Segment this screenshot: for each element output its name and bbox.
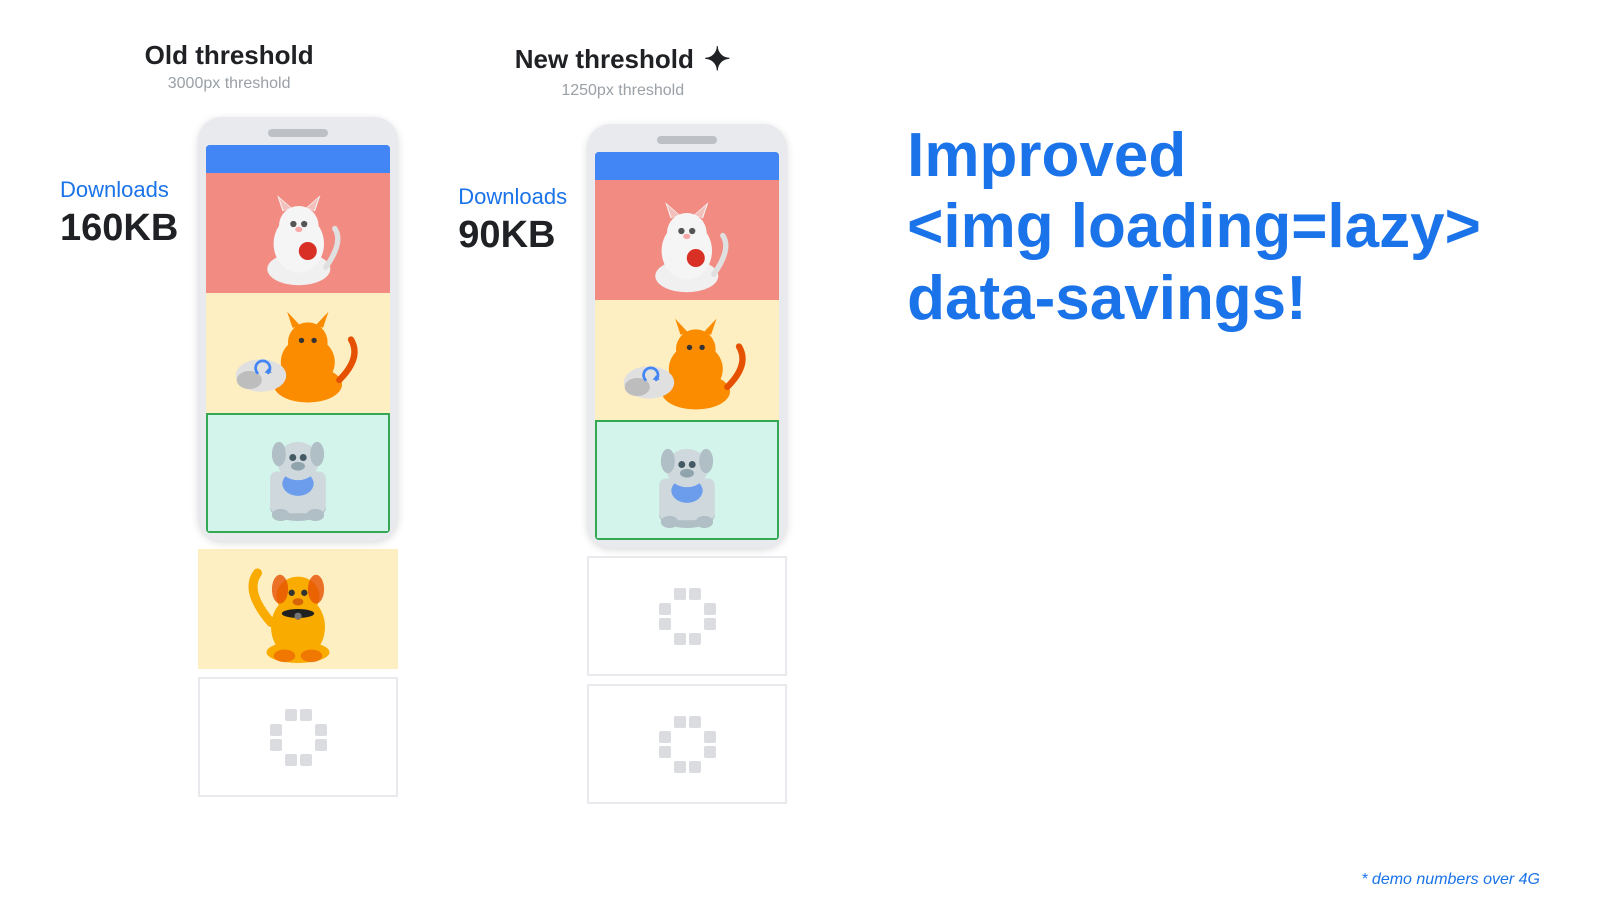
old-phone-notch [268,129,328,137]
old-phone [198,117,398,541]
old-phone-column [198,117,398,797]
new-downloads-text: Downloads [458,184,567,210]
new-downloads-size: 90KB [458,214,555,257]
old-downloads-size: 160KB [60,207,178,250]
new-phone-container: Downloads 90KB [458,124,787,804]
new-phone-screen [595,152,779,540]
old-threshold-section: Old threshold 3000px threshold Downloads… [60,40,398,797]
new-cat-yellow-svg [604,306,770,414]
old-cat-yellow-svg [216,299,382,407]
demo-note: * demo numbers over 4G [1361,871,1540,889]
old-cat-red-slot [206,173,390,293]
new-phone-top-bar [595,152,779,180]
hero-line2: <img loading=lazy> [907,192,1481,261]
old-dog-yellow-slot [198,549,398,669]
old-downloads-label: Downloads 160KB [60,117,178,250]
old-dog-teal-svg [217,421,379,525]
old-threshold-title: Old threshold [145,40,314,71]
new-loading-slot-2 [587,684,787,804]
new-phone-notch [657,136,717,144]
hero-text: Improved <img loading=lazy> data-savings… [907,120,1540,334]
page: Old threshold 3000px threshold Downloads… [0,0,1600,919]
old-threshold-label: Old threshold [145,40,314,71]
new-cat-yellow-slot [595,300,779,420]
new-threshold-title: New threshold ✦ [515,40,731,78]
old-cat-red-svg [216,179,382,287]
old-cat-yellow-slot [206,293,390,413]
old-phone-container: Downloads 160KB [60,117,398,797]
new-cat-red-slot [595,180,779,300]
old-phone-screen [206,145,390,533]
old-loading-slot [198,677,398,797]
old-threshold-subtitle: 3000px threshold [145,75,314,93]
sparkle-icon: ✦ [704,40,731,78]
old-dog-teal-slot [206,413,390,533]
old-dog-yellow-svg [208,555,388,663]
new-phone-column [587,124,787,804]
new-threshold-header: New threshold ✦ 1250px threshold [515,40,731,100]
old-downloads-text: Downloads [60,177,169,203]
new-threshold-label: New threshold [515,44,694,75]
new-threshold-subtitle: 1250px threshold [515,82,731,100]
old-phone-top-bar [206,145,390,173]
new-cat-red-svg [604,186,770,294]
new-downloads-label: Downloads 90KB [458,124,567,257]
new-threshold-section: New threshold ✦ 1250px threshold Downloa… [458,40,787,804]
new-dog-teal-svg [606,428,768,532]
new-loading-spinner-1 [659,588,716,645]
old-threshold-header: Old threshold 3000px threshold [145,40,314,93]
hero-line1: Improved [907,121,1186,190]
hero-panel: Improved <img loading=lazy> data-savings… [867,40,1540,334]
new-dog-teal-slot [595,420,779,540]
hero-line3: data-savings! [907,264,1307,333]
old-below-phone [198,549,398,797]
old-loading-spinner [270,709,327,766]
new-loading-slot-1 [587,556,787,676]
new-below-phone [587,556,787,804]
new-phone [587,124,787,548]
new-loading-spinner-2 [659,716,716,773]
